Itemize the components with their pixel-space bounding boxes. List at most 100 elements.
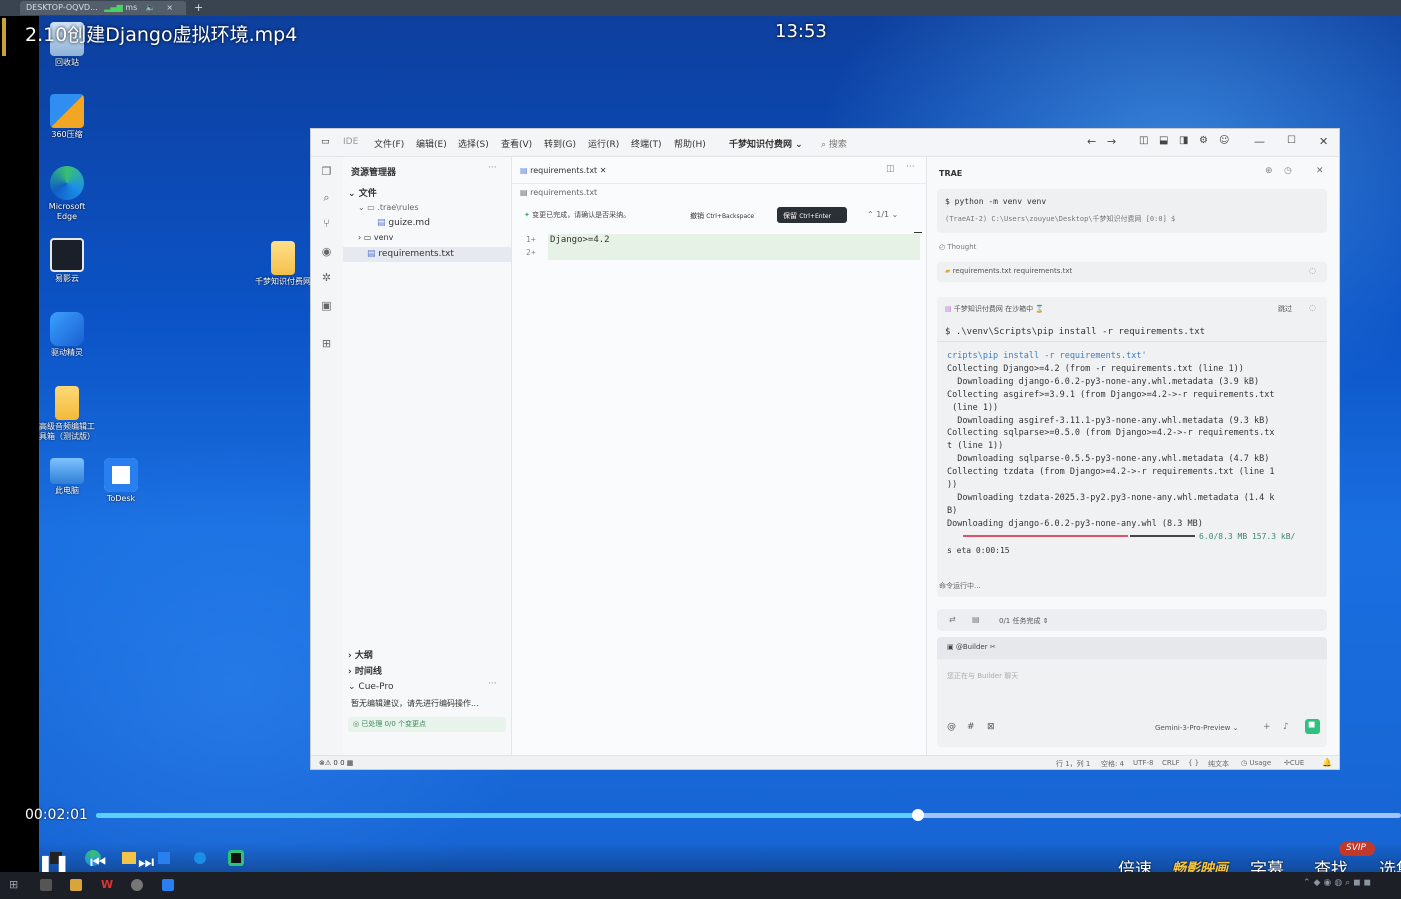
search-icon[interactable]: ⌕ [320, 191, 333, 204]
mention-icon[interactable]: @ [947, 722, 956, 732]
menu-view[interactable]: 查看(V) [501, 137, 532, 150]
bug-icon[interactable]: ✲ [320, 271, 333, 284]
monitor-icon[interactable]: ▣ [320, 299, 333, 312]
language-mode[interactable]: 纯文本 [1208, 759, 1229, 769]
todesk-icon[interactable] [162, 879, 174, 891]
menu-select[interactable]: 选择(S) [458, 137, 489, 150]
extensions-icon[interactable]: ⊞ [320, 337, 333, 350]
desktop-icon-qianmeng[interactable]: 千梦知识付费网 [255, 241, 311, 287]
tree-item-requirements[interactable]: ▤ requirements.txt [367, 249, 454, 259]
search-box[interactable]: ⌕ 搜索 [821, 137, 847, 150]
list-icon[interactable]: ⇄ [949, 615, 956, 624]
start-icon[interactable]: ⊞ [9, 878, 18, 891]
tree-item-venv[interactable]: › ▭ venv [358, 233, 393, 242]
minimize-icon[interactable]: — [1254, 135, 1265, 148]
files-icon[interactable]: ❐ [320, 165, 333, 178]
forward-icon[interactable]: → [1107, 135, 1116, 148]
split-editor-icon[interactable]: ◫ [886, 164, 895, 174]
model-selector[interactable]: Gemini-3-Pro-Preview ⌄ [1155, 724, 1238, 732]
close-icon[interactable]: ✕ [1319, 135, 1328, 148]
settings-icon[interactable]: ⚙ [1199, 135, 1208, 146]
code-line[interactable]: Django>=4.2 [550, 235, 610, 245]
project-switcher[interactable]: 千梦知识付费网 ⌄ [729, 137, 803, 150]
source-control-icon[interactable]: ⑂ [320, 217, 333, 230]
mic-icon[interactable]: ♪ [1283, 722, 1289, 732]
chat-input-placeholder[interactable]: 您正在与 Builder 聊天 [947, 671, 1018, 681]
problems-indicator[interactable]: ⊗⚠ 0 0 ▦ [319, 759, 353, 767]
desktop-icon-audio-tool[interactable]: 高级音频编辑工具箱（测试版） [39, 386, 95, 442]
task-bar [937, 609, 1327, 631]
maximize-icon[interactable]: ☐ [1287, 135, 1296, 146]
change-nav[interactable]: ⌃ 1/1 ⌄ [867, 210, 898, 219]
builder-agent[interactable]: ▣ @Builder ✂ [947, 643, 996, 651]
tree-item-trae-rules[interactable]: ⌄ ▭ .trae\rules [358, 203, 419, 212]
cue-button[interactable]: ✢CUE [1284, 759, 1304, 767]
change-counter: 1/1 [876, 210, 890, 219]
braces-icon[interactable]: { } [1188, 759, 1199, 767]
image-icon[interactable]: ⊠ [987, 722, 995, 732]
progress-knob[interactable] [912, 809, 924, 821]
hash-icon[interactable]: # [967, 722, 975, 732]
undo-button[interactable]: 撤销 Ctrl+Backspace [690, 211, 754, 221]
more-icon[interactable]: ··· [488, 163, 497, 173]
desktop-icon-driver[interactable]: 驱动精灵 [39, 312, 95, 358]
system-tray-icons[interactable]: ⌃◆◉◍⌕◼◼ [1303, 878, 1374, 888]
desktop-icon-this-pc[interactable]: 此电脑 [39, 458, 95, 496]
toggle-panel-icon[interactable]: ⬓ [1159, 135, 1168, 146]
previous-icon[interactable]: ⏮ [90, 852, 106, 873]
taskbar-app-icon[interactable] [40, 879, 52, 891]
menu-goto[interactable]: 转到(G) [544, 137, 576, 150]
accept-button-label[interactable]: 保留 Ctrl+Enter [783, 211, 831, 221]
close-icon[interactable]: ✕ [1316, 166, 1324, 176]
usage-button[interactable]: ◷ Usage [1241, 759, 1271, 767]
toggle-sidebar-icon[interactable]: ◫ [1139, 135, 1148, 146]
files-section[interactable]: ⌄ 文件 [348, 186, 377, 199]
menu-run[interactable]: 运行(R) [588, 137, 619, 150]
cue-pro-section[interactable]: ⌄ Cue-Pro [348, 682, 393, 692]
remote-desktop-tab[interactable]: DESKTOP-OQVD... ▂▄▆ ms 🔈 × [20, 1, 186, 15]
menu-terminal[interactable]: 终端(T) [631, 137, 662, 150]
cursor-position[interactable]: 行 1，列 1 [1056, 759, 1090, 769]
tasks-progress[interactable]: 0/1 任务完成 ⇕ [999, 616, 1049, 626]
next-icon[interactable]: ⏭ [138, 852, 154, 873]
close-icon[interactable]: × [166, 3, 173, 12]
taskbar-app-icon[interactable] [131, 879, 143, 891]
back-icon[interactable]: ← [1087, 135, 1096, 148]
folder-icon[interactable] [70, 879, 82, 891]
outline-section[interactable]: › 大纲 [348, 648, 373, 661]
notification-icon[interactable]: 🔔 [1322, 758, 1332, 767]
timeline-section[interactable]: › 时间线 [348, 664, 382, 677]
history-icon[interactable]: ◷ [1284, 166, 1292, 176]
add-context-icon[interactable]: + [1263, 722, 1271, 732]
menu-edit[interactable]: 编辑(E) [416, 137, 447, 150]
new-chat-icon[interactable]: ⊕ [1265, 166, 1273, 176]
desktop-icon-todesk[interactable]: ToDesk [93, 458, 149, 504]
more-icon[interactable]: ··· [488, 679, 497, 689]
indent-setting[interactable]: 空格: 4 [1101, 759, 1124, 769]
terminal-header-label: 千梦知识付费网 在沙箱中 ⌛ [953, 305, 1045, 313]
eye-icon[interactable]: ◉ [320, 245, 333, 258]
wps-icon[interactable]: W [101, 878, 113, 891]
desktop-icon-yiyingyun[interactable]: 易影云 [39, 238, 95, 284]
running-status: 命令运行中... [939, 582, 981, 590]
desktop-icon-360zip[interactable]: 360压缩 [39, 94, 95, 140]
editor-tab-label[interactable]: ▤ requirements.txt ✕ [520, 166, 606, 175]
account-icon[interactable]: ☺ [1219, 135, 1229, 146]
thought-toggle[interactable]: ◴ Thought [939, 243, 976, 251]
doc-icon[interactable]: ▤ [972, 615, 980, 624]
desktop-icon-edge[interactable]: Microsoft Edge [39, 166, 95, 222]
toggle-chat-icon[interactable]: ◨ [1179, 135, 1188, 146]
tree-item-guize[interactable]: ▤ guize.md [377, 218, 430, 228]
menu-file[interactable]: 文件(F) [374, 137, 404, 150]
more-icon[interactable]: ··· [906, 162, 915, 172]
skip-button[interactable]: 跳过 [1278, 304, 1292, 314]
stop-icon[interactable]: ◼ [1308, 720, 1315, 730]
close-icon[interactable]: ✕ [600, 166, 607, 175]
file-ref[interactable]: ▰ requirements.txt requirements.txt [945, 267, 1072, 275]
line-ending[interactable]: CRLF [1162, 759, 1180, 767]
folder-icon [55, 386, 79, 420]
new-tab-button[interactable]: + [194, 1, 203, 15]
menu-help[interactable]: 帮助(H) [674, 137, 706, 150]
warning-icon: ⚠ [324, 759, 332, 767]
encoding[interactable]: UTF-8 [1133, 759, 1153, 767]
